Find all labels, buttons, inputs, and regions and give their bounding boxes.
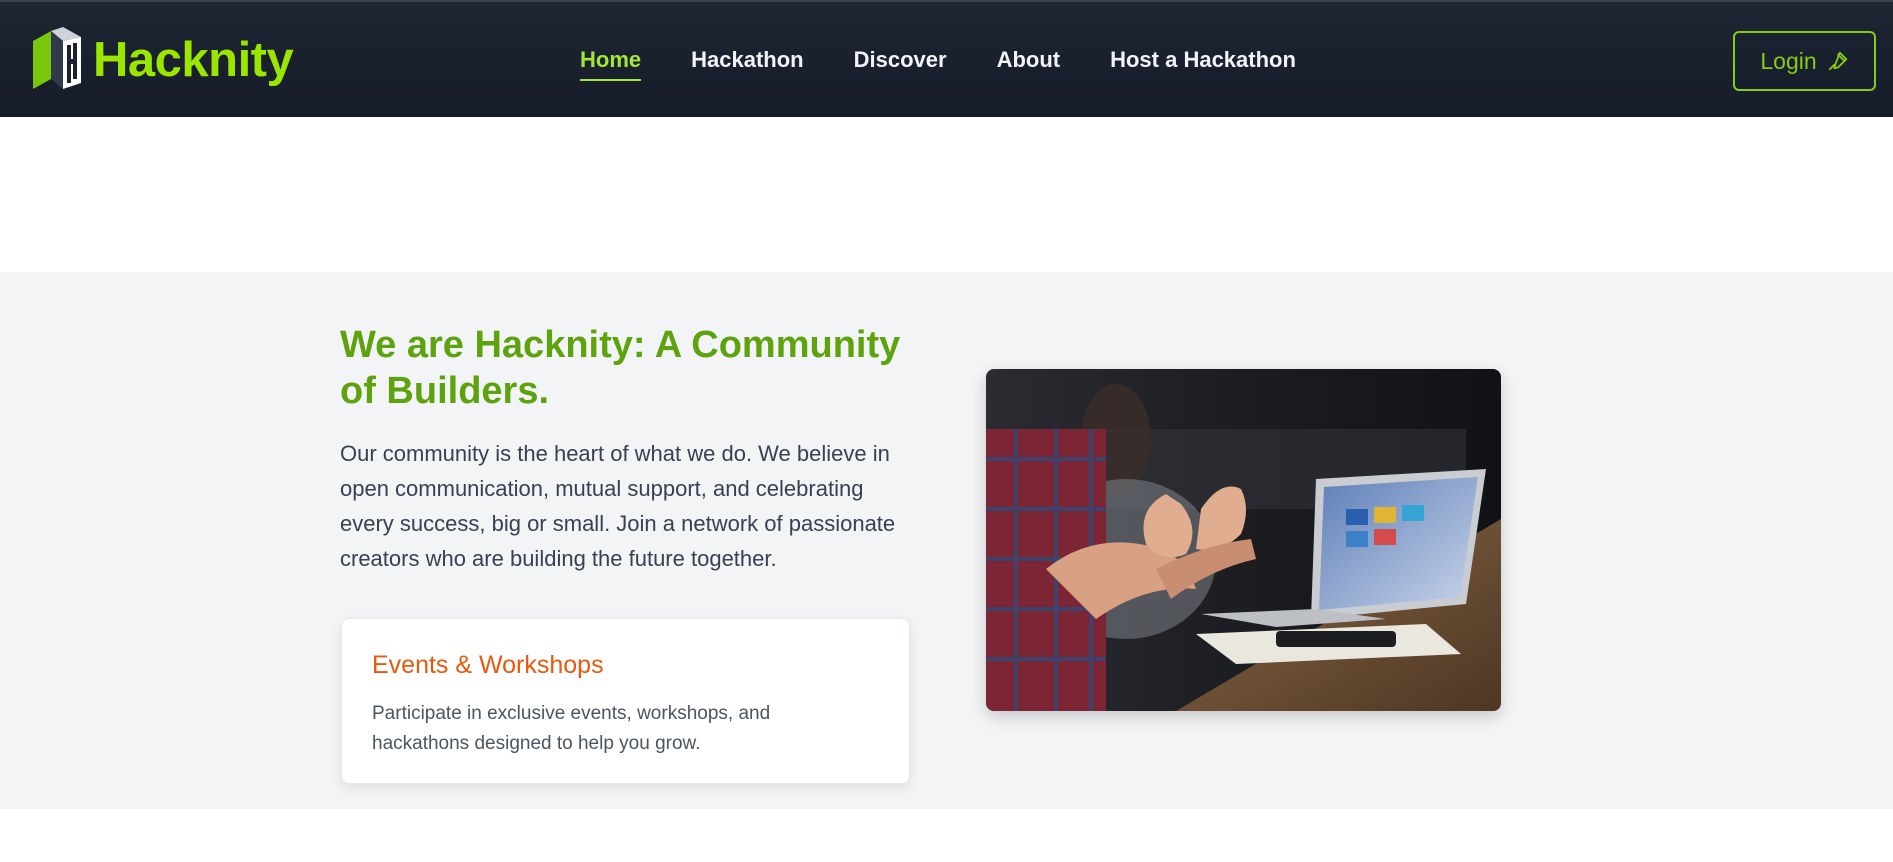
card-title: Events & Workshops bbox=[372, 651, 604, 679]
card-text: Participate in exclusive events, worksho… bbox=[372, 703, 771, 754]
top-navbar: Hacknity Home Hackathon Discover About H… bbox=[0, 0, 1893, 117]
brand-logo[interactable]: Hacknity bbox=[33, 27, 294, 93]
community-photo bbox=[986, 369, 1501, 711]
login-button[interactable]: Login bbox=[1733, 31, 1876, 91]
section-heading: We are Hacknity: A Community of Builders… bbox=[340, 324, 901, 412]
nav-discover[interactable]: Discover bbox=[854, 47, 947, 81]
nav-host-a-hackathon[interactable]: Host a Hackathon bbox=[1110, 47, 1296, 81]
brand-name: Hacknity bbox=[93, 33, 294, 87]
section-description: Our community is the heart of what we do… bbox=[340, 441, 896, 571]
events-card: Events & Workshops Participate in exclus… bbox=[341, 618, 910, 784]
pen-icon bbox=[1828, 51, 1847, 71]
nav-hackathon[interactable]: Hackathon bbox=[691, 47, 803, 81]
nav-home[interactable]: Home bbox=[580, 47, 642, 81]
main-nav: Home Hackathon Discover About Host a Hac… bbox=[580, 47, 1346, 81]
community-section: We are Hacknity: A Community of Builders… bbox=[0, 272, 1893, 809]
hacknity-logo-icon bbox=[33, 27, 81, 89]
login-label: Login bbox=[1760, 47, 1817, 74]
meeting-photo-illustration bbox=[986, 369, 1501, 711]
nav-about[interactable]: About bbox=[997, 47, 1061, 81]
